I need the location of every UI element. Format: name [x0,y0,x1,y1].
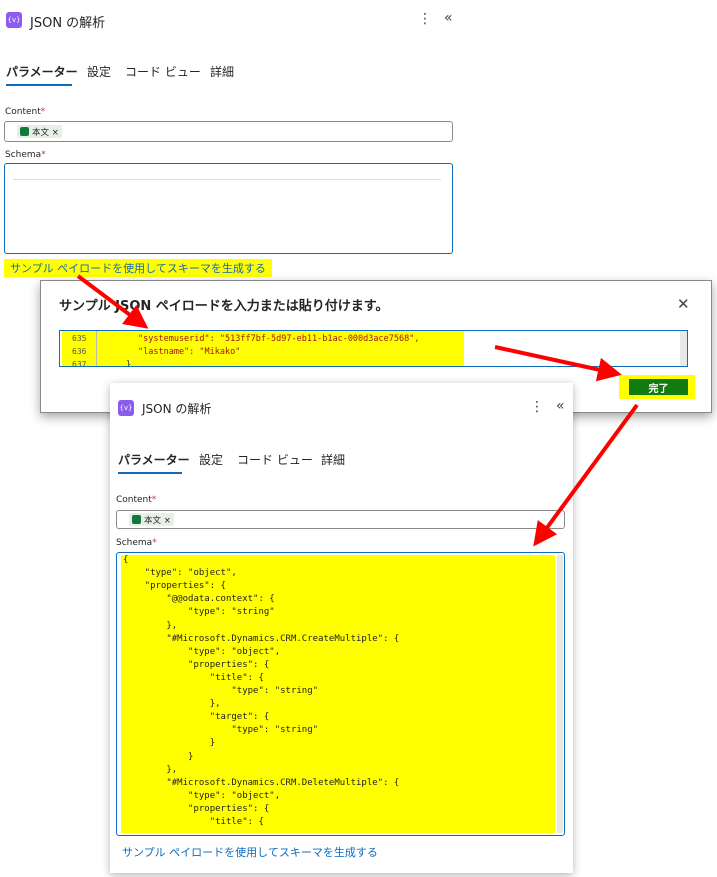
arrow-done-to-schema [533,403,639,547]
arrow-editor-to-done [494,345,622,382]
annotation-arrows [76,274,639,547]
arrow-link-to-dialog [76,274,149,329]
